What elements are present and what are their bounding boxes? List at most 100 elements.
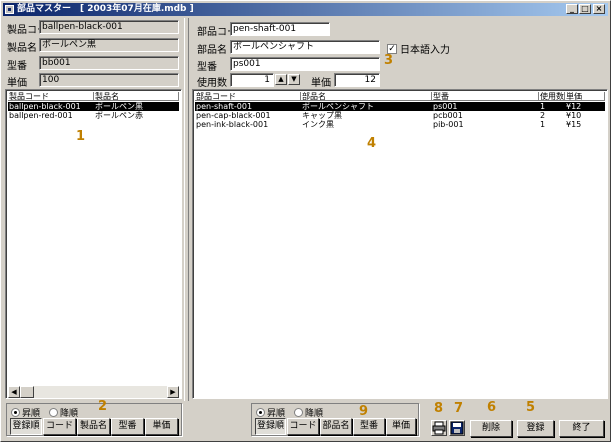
- part-price-label: 単価: [311, 78, 331, 89]
- annotation-4: 4: [367, 136, 377, 151]
- panel-splitter[interactable]: [184, 18, 189, 401]
- product-sort-name-button[interactable]: 製品名: [77, 418, 110, 435]
- product-code-cell: ballpen-black-001: [9, 102, 81, 111]
- product-model-label: 型番: [7, 61, 27, 72]
- printer-icon: [432, 421, 446, 435]
- product-list[interactable]: 製品コード 製品名 ballpen-black-001 ボールペン黒 ballp…: [5, 89, 182, 399]
- part-row[interactable]: pen-ink-black-001 インク黒 pib-001 1 ¥15: [195, 120, 605, 129]
- part-model-input[interactable]: ps001: [230, 57, 380, 71]
- part-qty-input[interactable]: 1: [230, 73, 274, 87]
- part-sort-group: 昇順 降順 登録順 コード 部品名 型番 単価: [251, 403, 419, 436]
- product-name-label: 製品名: [7, 43, 37, 54]
- product-name-cell: ボールペン赤: [95, 111, 143, 120]
- product-row[interactable]: ballpen-red-001 ボールペン赤: [8, 111, 179, 120]
- product-row[interactable]: ballpen-black-001 ボールペン黒: [8, 102, 179, 111]
- app-window: 部品マスター [ 2003年07月在庫.mdb ] _ □ × 製品コード ba…: [0, 0, 611, 442]
- check-icon: ✓: [387, 43, 397, 54]
- radio-empty-icon: [49, 408, 58, 417]
- column-header-product-name[interactable]: 製品名: [94, 92, 179, 101]
- product-sort-model-button[interactable]: 型番: [111, 418, 144, 435]
- delete-button[interactable]: 削除: [470, 420, 512, 437]
- part-qty-cell: 1: [540, 102, 546, 111]
- part-price-cell: ¥12: [566, 102, 582, 111]
- title-bar[interactable]: 部品マスター [ 2003年07月在庫.mdb ] _ □ ×: [3, 3, 608, 16]
- qty-down-button[interactable]: ▼: [288, 74, 300, 85]
- annotation-5: 5: [526, 400, 536, 415]
- product-list-hscrollbar[interactable]: ◀ ▶: [8, 386, 179, 398]
- part-sort-model-button[interactable]: 型番: [353, 418, 385, 435]
- column-header-product-code[interactable]: 製品コード: [8, 92, 94, 101]
- annotation-7: 7: [454, 401, 464, 416]
- annotation-6: 6: [487, 400, 497, 415]
- part-name-input[interactable]: ボールペンシャフト: [230, 40, 380, 54]
- column-header-part-model[interactable]: 型番: [432, 92, 539, 101]
- column-header-part-code[interactable]: 部品コード: [195, 92, 301, 101]
- print-button[interactable]: [431, 420, 447, 436]
- annotation-2: 2: [98, 399, 108, 414]
- part-name-cell: インク黒: [302, 120, 334, 129]
- save-button[interactable]: [449, 420, 465, 436]
- minimize-button[interactable]: _: [566, 4, 578, 14]
- part-name-label: 部品名: [197, 45, 227, 56]
- radio-selected-icon: [256, 408, 265, 417]
- product-list-header: 製品コード 製品名: [8, 92, 179, 101]
- part-price-cell: ¥15: [566, 120, 582, 129]
- product-code-cell: ballpen-red-001: [9, 111, 73, 120]
- part-model-label: 型番: [197, 62, 217, 73]
- app-icon: [5, 5, 14, 14]
- part-code-cell: pen-cap-black-001: [196, 111, 271, 120]
- part-qty-label: 使用数: [197, 78, 227, 89]
- window-title: 部品マスター [ 2003年07月在庫.mdb ]: [17, 4, 194, 14]
- product-name-field[interactable]: ボールペン黒: [39, 38, 179, 52]
- annotation-8: 8: [434, 401, 444, 416]
- part-model-cell: pcb001: [433, 111, 463, 120]
- part-code-cell: pen-ink-black-001: [196, 120, 269, 129]
- part-sort-order-button[interactable]: 登録順: [255, 418, 286, 435]
- part-name-cell: ボールペンシャフト: [302, 102, 374, 111]
- part-price-cell: ¥10: [566, 111, 582, 120]
- scroll-thumb[interactable]: [20, 386, 34, 398]
- part-row[interactable]: pen-shaft-001 ボールペンシャフト ps001 1 ¥12: [195, 102, 605, 111]
- part-name-cell: キャップ黒: [302, 111, 342, 120]
- scroll-left-button[interactable]: ◀: [8, 386, 20, 398]
- part-model-cell: pib-001: [433, 120, 464, 129]
- annotation-1: 1: [76, 129, 86, 144]
- column-header-price[interactable]: 単価: [565, 92, 605, 101]
- part-code-cell: pen-shaft-001: [196, 102, 253, 111]
- part-qty-cell: 2: [540, 111, 546, 120]
- japanese-input-checkbox[interactable]: ✓ 日本語入力: [387, 41, 450, 56]
- annotation-3: 3: [384, 53, 394, 68]
- product-model-field[interactable]: bb001: [39, 56, 179, 70]
- part-row[interactable]: pen-cap-black-001 キャップ黒 pcb001 2 ¥10: [195, 111, 605, 120]
- part-model-cell: ps001: [433, 102, 458, 111]
- qty-up-button[interactable]: ▲: [275, 74, 287, 85]
- exit-button[interactable]: 終了: [559, 420, 604, 437]
- scroll-right-button[interactable]: ▶: [167, 386, 179, 398]
- product-sort-price-button[interactable]: 単価: [145, 418, 178, 435]
- maximize-button[interactable]: □: [579, 4, 591, 14]
- product-price-label: 単価: [7, 78, 27, 89]
- close-button[interactable]: ×: [593, 4, 605, 14]
- part-qty-cell: 1: [540, 120, 546, 129]
- product-sort-code-button[interactable]: コード: [43, 418, 76, 435]
- part-list[interactable]: 部品コード 部品名 型番 使用数 単価 pen-shaft-001 ボールペンシ…: [192, 89, 608, 399]
- radio-empty-icon: [294, 408, 303, 417]
- radio-selected-icon: [11, 408, 20, 417]
- japanese-input-label: 日本語入力: [400, 45, 450, 56]
- register-button[interactable]: 登録: [517, 420, 554, 437]
- product-name-cell: ボールペン黒: [95, 102, 143, 111]
- column-header-part-name[interactable]: 部品名: [301, 92, 432, 101]
- save-icon: [450, 421, 464, 435]
- product-sort-order-button[interactable]: 登録順: [10, 418, 42, 435]
- product-sort-group: 昇順 降順 登録順 コード 製品名 型番 単価: [6, 403, 182, 436]
- column-header-qty[interactable]: 使用数: [539, 92, 565, 101]
- part-code-input[interactable]: pen-shaft-001: [230, 22, 330, 36]
- part-sort-price-button[interactable]: 単価: [386, 418, 416, 435]
- annotation-9: 9: [359, 404, 369, 419]
- part-sort-name-button[interactable]: 部品名: [320, 418, 352, 435]
- part-sort-code-button[interactable]: コード: [287, 418, 319, 435]
- product-code-field[interactable]: ballpen-black-001: [39, 20, 179, 34]
- part-list-header: 部品コード 部品名 型番 使用数 単価: [195, 92, 605, 101]
- product-price-field[interactable]: 100: [39, 73, 179, 87]
- part-price-input[interactable]: 12: [334, 73, 380, 87]
